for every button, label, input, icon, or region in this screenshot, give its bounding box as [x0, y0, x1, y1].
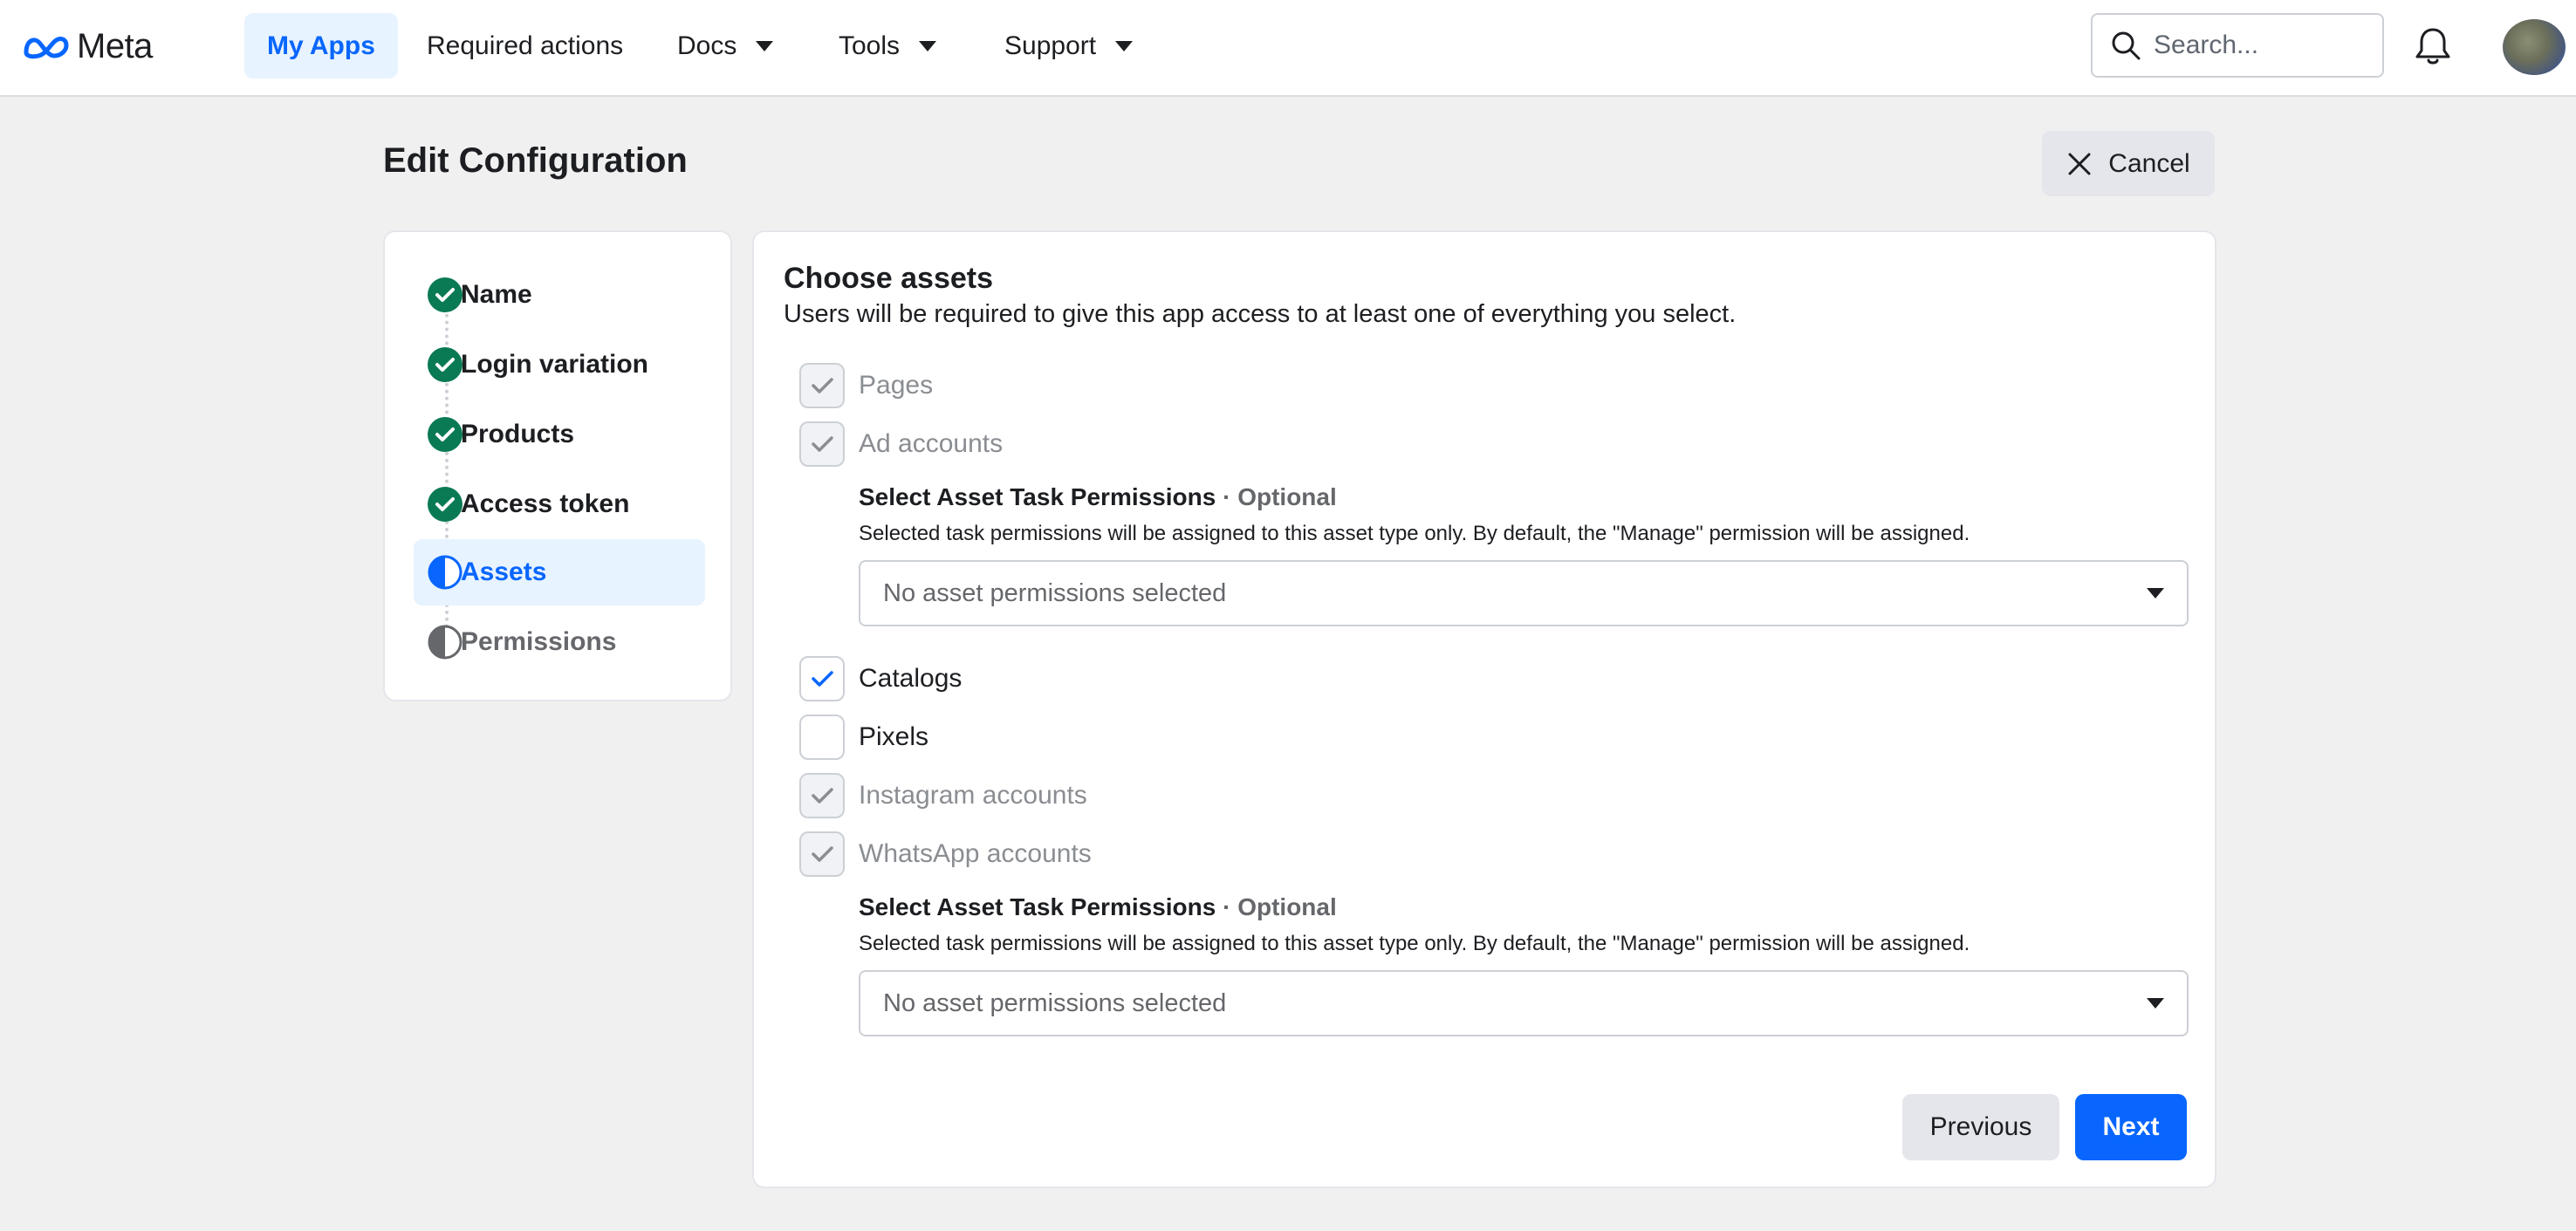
asset-option-pixels[interactable]: Pixels [799, 715, 928, 760]
previous-button[interactable]: Previous [1902, 1094, 2059, 1160]
search-icon [2112, 31, 2141, 60]
permissions-title: Select Asset Task Permissions · Optional [859, 893, 2189, 921]
dropdown-value: No asset permissions selected [883, 988, 1227, 1017]
nav-required-actions[interactable]: Required actions [404, 13, 646, 79]
asset-option-whatsapp-accounts[interactable]: WhatsApp accounts [799, 831, 1092, 877]
nav-tools[interactable]: Tools [816, 13, 959, 79]
nav-support[interactable]: Support [982, 13, 1155, 79]
section-title: Choose assets [784, 262, 993, 295]
previous-label: Previous [1929, 1112, 2032, 1141]
avatar[interactable] [2503, 19, 2566, 75]
checkmark-icon [812, 846, 833, 862]
nav-support-label: Support [1004, 31, 1097, 60]
step-permissions[interactable]: Permissions [414, 609, 705, 675]
asset-option-ad-accounts[interactable]: Ad accounts [799, 421, 1003, 467]
whatsapp-accounts-checkbox[interactable] [799, 831, 845, 877]
catalogs-label: Catalogs [859, 664, 963, 693]
meta-infinity-icon [24, 37, 69, 59]
nav-required-actions-label: Required actions [427, 31, 624, 60]
step-name-label: Name [461, 280, 532, 309]
ad-accounts-checkbox[interactable] [799, 421, 845, 467]
choose-assets-card: Choose assets Users will be required to … [752, 230, 2216, 1188]
top-navigation-bar: Meta My Apps Required actions Docs Tools… [0, 0, 2576, 97]
caret-down-icon [2147, 998, 2164, 1009]
permissions-description: Selected task permissions will be assign… [859, 522, 1970, 545]
whatsapp-accounts-label: WhatsApp accounts [859, 839, 1092, 868]
instagram-accounts-label: Instagram accounts [859, 781, 1087, 810]
search-input[interactable] [2154, 31, 2372, 60]
nav-docs[interactable]: Docs [654, 13, 796, 79]
configuration-stepper: Name Login variation Products Access tok… [383, 230, 732, 701]
step-access-token[interactable]: Access token [414, 471, 705, 537]
asset-option-pages[interactable]: Pages [799, 363, 933, 408]
checkmark-icon [812, 378, 833, 393]
optional-tag: · Optional [1223, 893, 1337, 920]
half-circle-progress-icon [428, 625, 462, 660]
step-access-token-label: Access token [461, 489, 630, 518]
next-button[interactable]: Next [2075, 1094, 2187, 1160]
cancel-button[interactable]: Cancel [2042, 131, 2215, 196]
next-label: Next [2102, 1112, 2160, 1141]
section-subtitle: Users will be required to give this app … [784, 300, 1737, 328]
step-assets-label: Assets [461, 557, 547, 586]
pages-checkbox[interactable] [799, 363, 845, 408]
optional-tag: · Optional [1223, 483, 1337, 510]
nav-my-apps-label: My Apps [267, 31, 375, 60]
check-circle-icon [428, 347, 462, 382]
close-icon [2068, 153, 2091, 174]
whatsapp-accounts-permissions-dropdown[interactable]: No asset permissions selected [859, 970, 2189, 1036]
permissions-title-text: Select Asset Task Permissions [859, 893, 1216, 920]
permissions-title-text: Select Asset Task Permissions [859, 483, 1216, 510]
pixels-label: Pixels [859, 722, 929, 751]
nav-my-apps[interactable]: My Apps [244, 13, 398, 79]
meta-logo-text: Meta [77, 26, 153, 65]
step-assets[interactable]: Assets [414, 539, 705, 605]
permissions-title: Select Asset Task Permissions · Optional [859, 483, 2189, 511]
bell-icon[interactable] [2412, 24, 2454, 68]
checkmark-icon [812, 788, 833, 804]
catalogs-checkbox[interactable] [799, 656, 845, 701]
pages-label: Pages [859, 371, 934, 400]
step-products[interactable]: Products [414, 401, 705, 468]
permissions-description: Selected task permissions will be assign… [859, 932, 1970, 955]
caret-down-icon [2147, 588, 2164, 598]
ad-accounts-permissions: Select Asset Task Permissions · Optional… [859, 483, 2189, 626]
caret-down-icon [919, 40, 937, 51]
search-box[interactable] [2091, 13, 2384, 78]
step-login-variation[interactable]: Login variation [414, 332, 705, 398]
check-circle-icon [428, 417, 462, 452]
step-permissions-label: Permissions [461, 627, 617, 656]
nav-tools-label: Tools [839, 31, 901, 60]
whatsapp-accounts-permissions: Select Asset Task Permissions · Optional… [859, 893, 2189, 1036]
instagram-accounts-checkbox[interactable] [799, 773, 845, 818]
ad-accounts-permissions-dropdown[interactable]: No asset permissions selected [859, 560, 2189, 626]
page-title: Edit Configuration [383, 141, 688, 180]
step-products-label: Products [461, 420, 575, 448]
nav-docs-label: Docs [677, 31, 737, 60]
checkmark-icon [812, 671, 833, 687]
pixels-checkbox[interactable] [799, 715, 845, 760]
half-circle-progress-icon [428, 555, 462, 590]
ad-accounts-label: Ad accounts [859, 429, 1004, 458]
cancel-label: Cancel [2108, 148, 2190, 178]
caret-down-icon [1115, 40, 1134, 51]
check-circle-icon [428, 277, 462, 312]
step-login-variation-label: Login variation [461, 350, 649, 379]
meta-logo[interactable]: Meta [23, 24, 153, 68]
asset-option-instagram-accounts[interactable]: Instagram accounts [799, 773, 1087, 818]
step-name[interactable]: Name [414, 262, 705, 328]
dropdown-value: No asset permissions selected [883, 578, 1227, 607]
check-circle-icon [428, 487, 462, 522]
caret-down-icon [756, 40, 774, 51]
checkmark-icon [812, 436, 833, 452]
asset-option-catalogs[interactable]: Catalogs [799, 656, 962, 701]
